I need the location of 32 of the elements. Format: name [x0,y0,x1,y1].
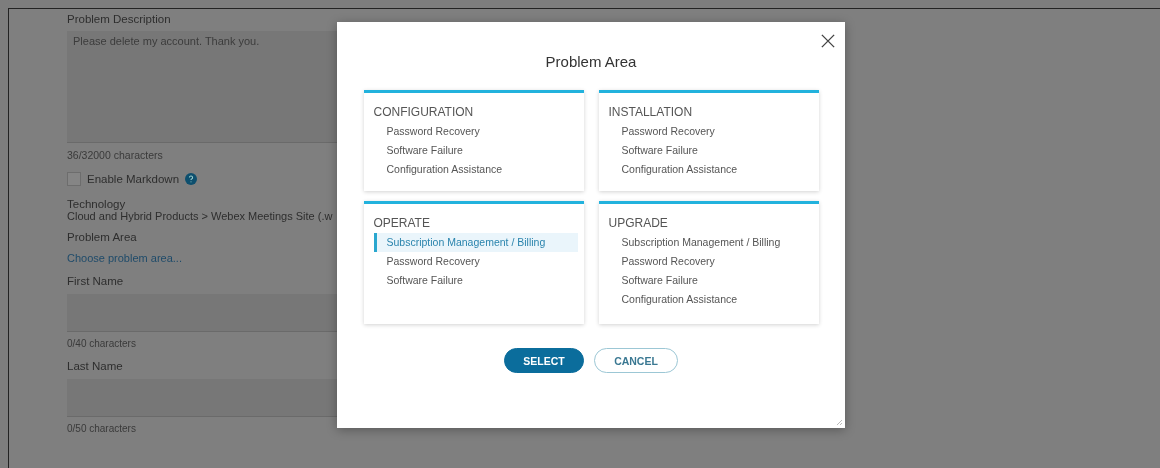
help-icon[interactable] [185,173,198,185]
category-heading: UPGRADE [608,216,669,230]
close-icon[interactable] [821,34,835,48]
technology-value: Cloud and Hybrid Products > Webex Meetings Site (.w [67,210,333,222]
character-count: 36/32000 characters [67,149,163,161]
cancel-button[interactable]: CANCEL [594,348,678,373]
category-option[interactable]: Password Recovery [373,252,578,271]
dialog-title: Problem Area [545,53,637,70]
category-option[interactable]: Configuration Assistance [608,290,813,309]
category-option[interactable]: Software Failure [608,271,813,290]
category-option[interactable]: Software Failure [373,141,578,160]
category-option[interactable]: Subscription Management / Billing [373,233,578,252]
category-option[interactable]: Software Failure [608,141,813,160]
select-button[interactable]: SELECT [504,348,584,373]
category-option[interactable]: Password Recovery [608,252,813,271]
category-option[interactable]: Configuration Assistance [608,160,813,179]
checkbox-label: Enable Markdown [87,173,180,185]
character-count: 0/50 characters [67,423,136,434]
category-option[interactable]: Software Failure [373,271,578,290]
field-label: Technology [67,198,126,210]
category-heading: INSTALLATION [608,105,694,119]
category-option[interactable]: Password Recovery [608,122,813,141]
field-label: Problem Area [67,231,137,243]
category-option[interactable]: Subscription Management / Billing [608,233,813,252]
checkbox[interactable] [67,172,81,186]
field-label: Last Name [67,360,123,372]
resize-grip-icon[interactable] [835,418,843,426]
category-option[interactable]: Configuration Assistance [373,160,578,179]
field-label: First Name [67,275,124,287]
category-heading: OPERATE [373,216,431,230]
field-label: Problem Description [67,13,171,25]
character-count: 0/40 characters [67,338,136,349]
